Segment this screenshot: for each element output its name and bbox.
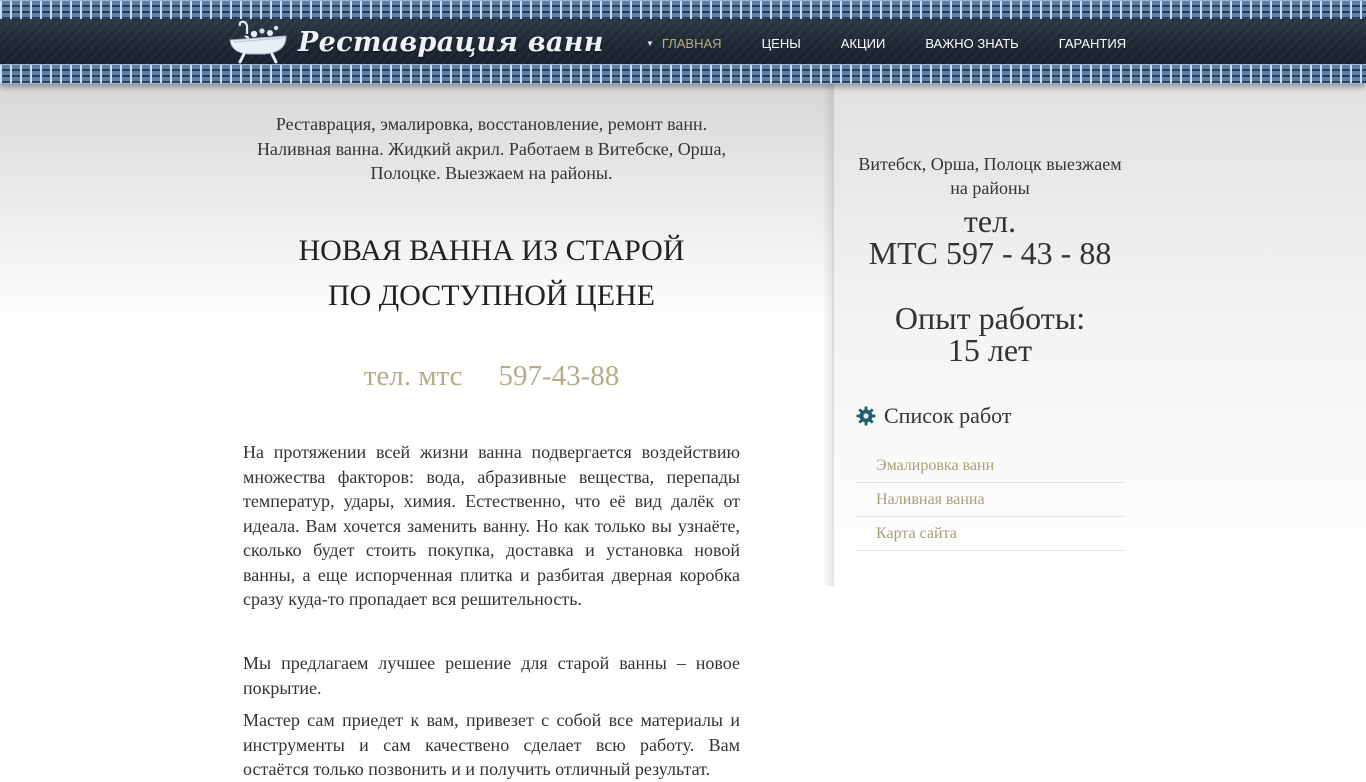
gear-icon (856, 406, 876, 426)
site-title: Реставрация ванн (298, 26, 604, 58)
sidebar-tel-label: тел. (963, 203, 1017, 239)
nav-item-prices[interactable]: ЦЕНЫ (762, 36, 801, 51)
nav-label: ГЛАВНАЯ (661, 36, 722, 51)
headline-line-2: ПО ДОСТУПНОЙ ЦЕНЕ (327, 279, 656, 312)
site-header: Реставрация ванн ▼ ГЛАВНАЯ ЦЕНЫ АКЦИИ ВАЖ… (0, 0, 1366, 84)
phone-line: тел. мтс 597-43-88 (243, 360, 740, 393)
nav-item-important[interactable]: ВАЖНО ЗНАТЬ (925, 36, 1018, 51)
works-list-title-text: Список работ (884, 403, 1012, 428)
greek-border-top (0, 0, 1366, 20)
sidebar-divider-shadow (822, 84, 834, 586)
experience-label: Опыт работы: (894, 300, 1086, 336)
paragraph-3: Мастер сам приедет к вам, привезет с соб… (243, 710, 740, 779)
intro-text: Реставрация, эмалировка, восстановление,… (256, 114, 727, 183)
sidebar-phone: тел. МТС 597 - 43 - 88 (855, 205, 1125, 269)
works-list: Эмалировка ванн Наливная ванна Карта сай… (856, 449, 1124, 551)
nav-item-home[interactable]: ▼ ГЛАВНАЯ (646, 36, 722, 51)
works-list-item-poured-bath[interactable]: Наливная ванна (856, 483, 1124, 517)
greek-border-bottom (0, 64, 1366, 84)
phone-number[interactable]: 597-43-88 (498, 360, 619, 392)
headline-line-1: НОВАЯ ВАННА ИЗ СТАРОЙ (298, 234, 685, 267)
paragraph-2: Мы предлагаем лучшее решение для старой … (243, 653, 740, 698)
phone-label: тел. мтс (363, 360, 463, 392)
main-nav: ▼ ГЛАВНАЯ ЦЕНЫ АКЦИИ ВАЖНО ЗНАТЬ ГАРАНТИЯ (646, 36, 1166, 51)
works-list-title: Список работ (856, 403, 1011, 429)
caret-down-icon: ▼ (646, 39, 654, 48)
sidebar-cities: Витебск, Орша, Полоцк выезжаем на районы (858, 154, 1122, 198)
paragraph-1: На протяжении всей жизни ванна подвергае… (243, 442, 740, 609)
page-headline: НОВАЯ ВАННА ИЗ СТАРОЙ ПО ДОСТУПНОЙ ЦЕНЕ (243, 228, 740, 318)
nav-item-promotions[interactable]: АКЦИИ (841, 36, 886, 51)
bathtub-logo-icon (229, 20, 287, 64)
sidebar-tel-number[interactable]: МТС 597 - 43 - 88 (869, 235, 1112, 271)
site-logo[interactable]: Реставрация ванн (228, 20, 604, 64)
sidebar-experience: Опыт работы: 15 лет (855, 302, 1125, 366)
nav-item-guarantee[interactable]: ГАРАНТИЯ (1059, 36, 1126, 51)
works-list-item-enamel[interactable]: Эмалировка ванн (856, 449, 1124, 483)
experience-value: 15 лет (947, 332, 1033, 368)
works-list-item-sitemap[interactable]: Карта сайта (856, 517, 1124, 551)
